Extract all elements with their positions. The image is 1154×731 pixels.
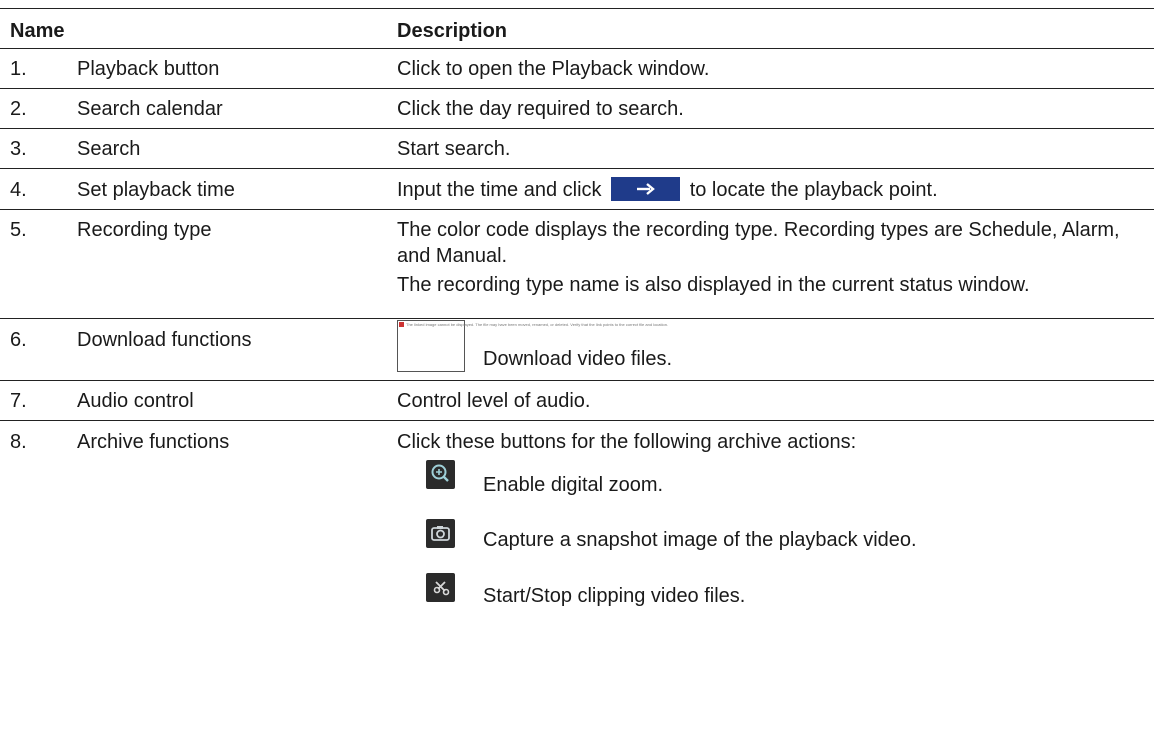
row-name: Audio control: [77, 390, 194, 412]
row-name: Download functions: [77, 329, 252, 351]
row-name: Search calendar: [77, 98, 223, 120]
row-description-extra: The recording type name is also displaye…: [397, 274, 1030, 296]
row-description: Download video files.: [483, 348, 672, 370]
table-row: 3. Search Start search.: [0, 128, 1154, 169]
table-row: 6. Download functions The linked image c…: [0, 318, 1154, 381]
table-row: 4. Set playback time Input the time and …: [0, 168, 1154, 210]
scissors-icon: [426, 573, 455, 602]
row-name: Archive functions: [77, 431, 230, 453]
row-number: 1.: [10, 58, 27, 80]
row-name: Recording type: [77, 219, 212, 241]
table-row: 8. Archive functions Click these buttons…: [0, 420, 1154, 731]
header-name: Name: [10, 20, 65, 42]
row-number: 5.: [10, 219, 27, 241]
row-number: 2.: [10, 98, 27, 120]
row-description: Click to open the Playback window.: [397, 58, 710, 80]
row-description: Control level of audio.: [397, 390, 591, 412]
row-number: 7.: [10, 390, 27, 412]
action-label: Capture a snapshot image of the playback…: [483, 529, 917, 551]
zoom-icon: [426, 460, 455, 489]
broken-image-icon: The linked image cannot be displayed. Th…: [397, 320, 668, 372]
row-description-after: to locate the playback point.: [689, 179, 938, 201]
table-row: 7. Audio control Control level of audio.: [0, 380, 1154, 421]
row-number: 3.: [10, 138, 27, 160]
row-number: 6.: [10, 329, 27, 351]
table-row: 5. Recording type The color code display…: [0, 209, 1154, 319]
row-number: 8.: [10, 431, 27, 453]
row-description: Input the time and click to locate the p…: [397, 176, 1150, 203]
row-description: Click these buttons for the following ar…: [397, 431, 857, 453]
broken-image-text: The linked image cannot be displayed. Th…: [406, 322, 669, 327]
table-header: Name Description: [0, 8, 1154, 48]
header-description: Description: [397, 20, 508, 42]
row-name: Set playback time: [77, 179, 235, 201]
arrow-right-icon: [611, 176, 681, 201]
row-description: Start search.: [397, 138, 511, 160]
action-label: Start/Stop clipping video files.: [483, 585, 746, 607]
camera-icon: [426, 519, 455, 548]
action-label: Enable digital zoom.: [483, 474, 664, 496]
row-description: The color code displays the recording ty…: [397, 219, 1120, 267]
row-description-before: Input the time and click: [397, 179, 602, 201]
row-description: Click the day required to search.: [397, 98, 684, 120]
table-row: 1. Playback button Click to open the Pla…: [0, 48, 1154, 89]
broken-image-marker: [399, 322, 404, 327]
table-row: 2. Search calendar Click the day require…: [0, 88, 1154, 129]
row-number: 4.: [10, 179, 27, 201]
row-name: Playback button: [77, 58, 220, 80]
row-name: Search: [77, 138, 141, 160]
